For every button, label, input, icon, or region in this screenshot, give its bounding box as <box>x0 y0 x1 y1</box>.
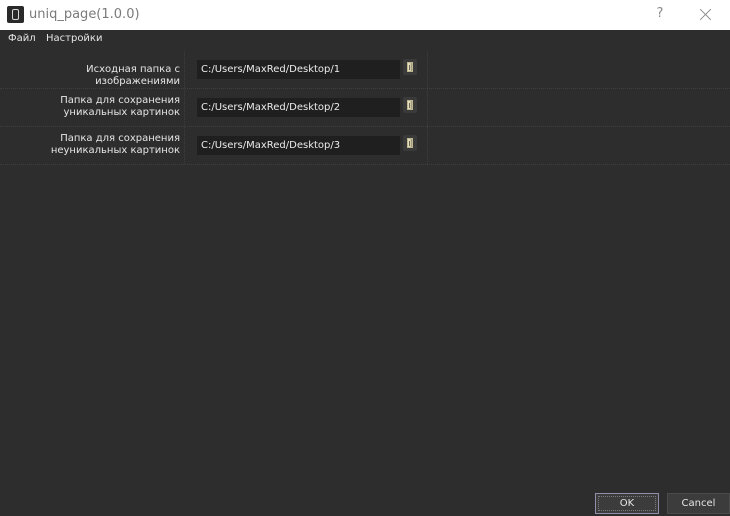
close-button[interactable] <box>697 6 715 24</box>
form-row-source: Исходная папка с изображениями <box>0 51 730 89</box>
form-row-unique: Папка для сохранения уникальных картинок <box>0 89 730 127</box>
unique-folder-browse-button[interactable] <box>403 97 417 113</box>
app-icon <box>7 6 24 23</box>
unique-folder-input[interactable] <box>197 98 400 117</box>
cancel-button[interactable]: Cancel <box>667 493 730 514</box>
folder-icon <box>407 138 413 148</box>
unique-folder-label: Папка для сохранения уникальных картинок <box>60 95 180 118</box>
ok-button[interactable]: OK <box>595 493 659 514</box>
source-folder-browse-button[interactable] <box>403 59 417 75</box>
help-button[interactable]: ? <box>652 4 668 24</box>
folder-icon <box>407 100 413 110</box>
title-bar[interactable]: uniq_page(1.0.0) ? <box>0 0 730 30</box>
menu-bar: Файл Настройки <box>0 30 730 48</box>
window-title: uniq_page(1.0.0) <box>29 7 140 22</box>
form-row-nonunique: Папка для сохранения неуникальных картин… <box>0 127 730 165</box>
column-divider <box>427 51 428 164</box>
folder-icon <box>407 62 413 72</box>
source-folder-input[interactable] <box>197 60 400 79</box>
column-divider <box>184 51 185 164</box>
app-window: uniq_page(1.0.0) ? Файл Настройки Исходн… <box>0 0 730 516</box>
menu-file[interactable]: Файл <box>8 32 36 46</box>
nonunique-folder-label: Папка для сохранения неуникальных картин… <box>50 133 180 156</box>
menu-settings[interactable]: Настройки <box>46 32 102 46</box>
source-folder-label: Исходная папка с изображениями <box>86 64 180 87</box>
nonunique-folder-input[interactable] <box>197 136 400 155</box>
nonunique-folder-browse-button[interactable] <box>403 135 417 151</box>
